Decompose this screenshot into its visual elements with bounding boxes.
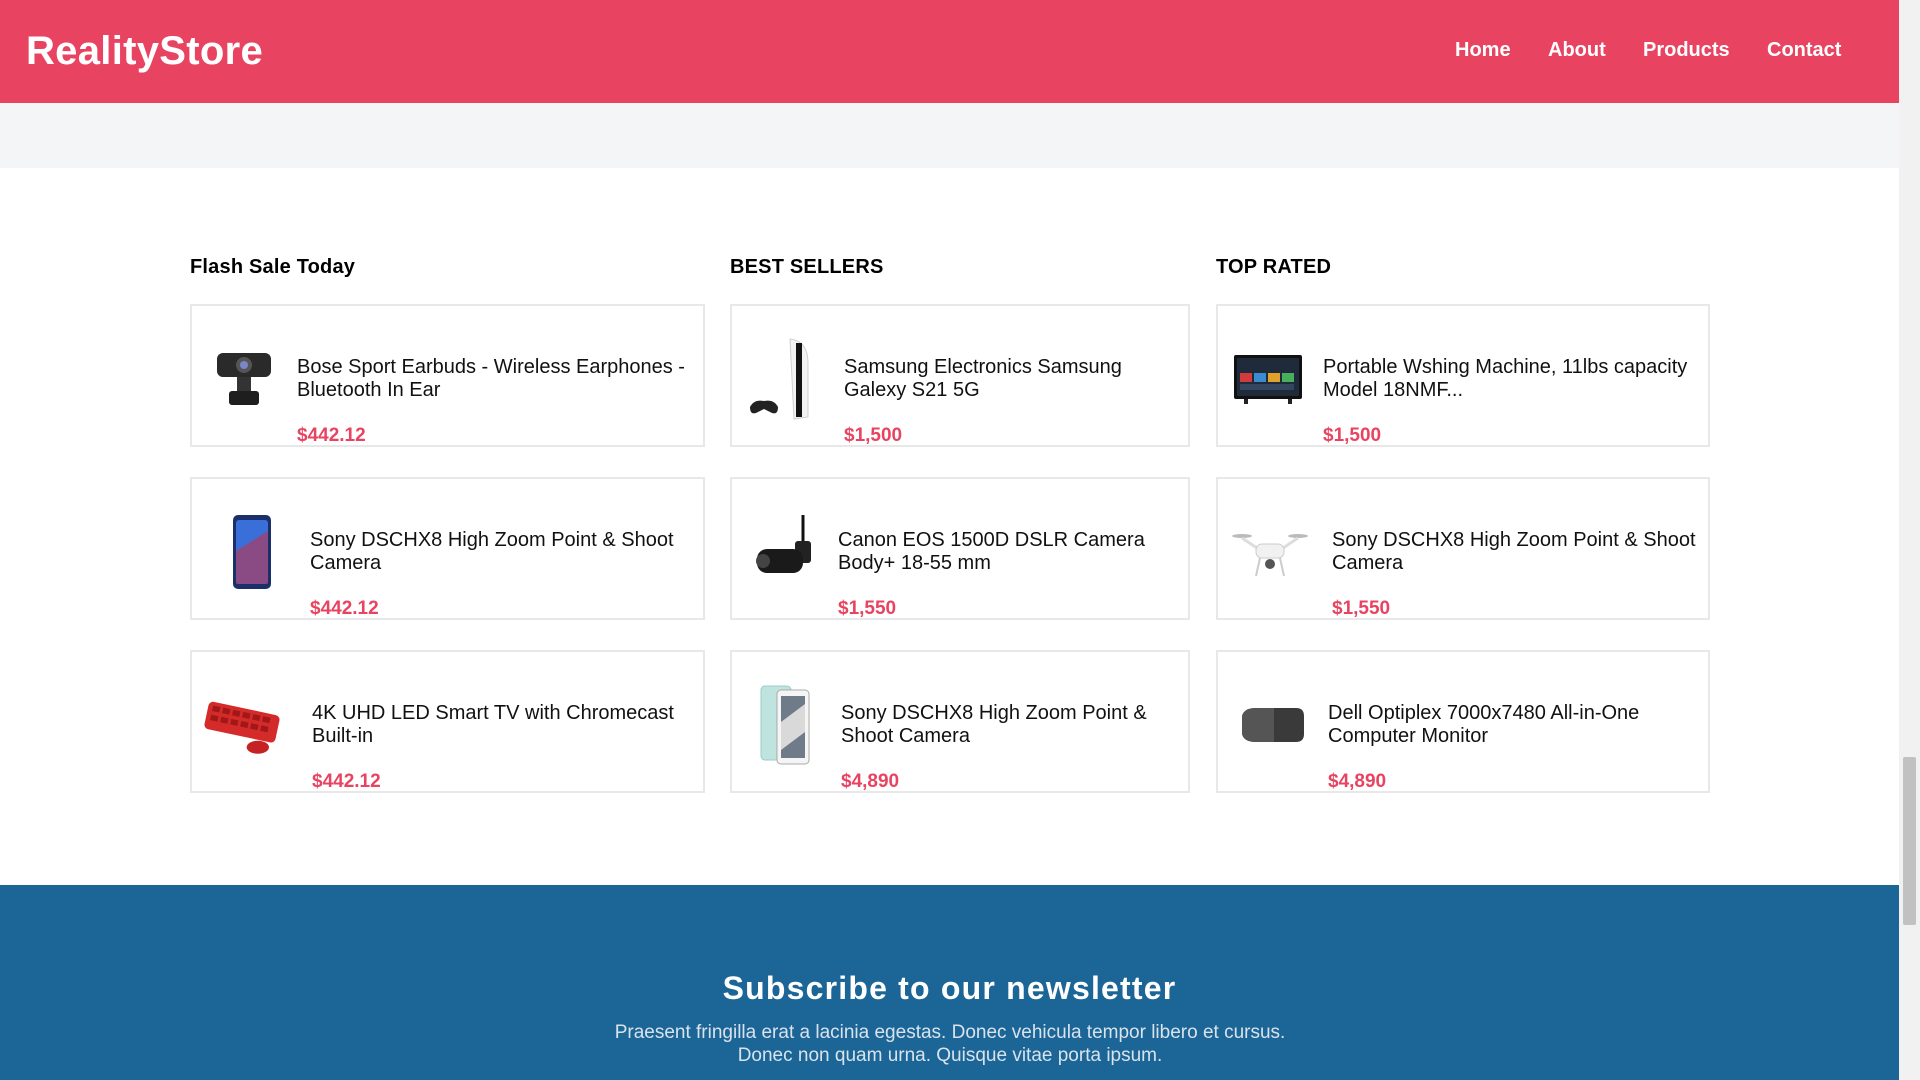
product-name[interactable]: Portable Wshing Machine, 11lbs capacity …: [1323, 356, 1703, 402]
scrollbar-thumb[interactable]: [1903, 757, 1916, 925]
product-card[interactable]: Bose Sport Earbuds - Wireless Earphones …: [190, 304, 705, 447]
television-icon: [1228, 328, 1308, 428]
top-rated-title: TOP RATED: [1216, 256, 1332, 278]
keyboard-mouse-icon: [202, 674, 282, 774]
product-name[interactable]: Bose Sport Earbuds - Wireless Earphones …: [297, 356, 697, 402]
site-logo[interactable]: RealityStore: [26, 29, 263, 74]
product-price: $1,500: [1323, 425, 1382, 446]
product-name[interactable]: Sony DSCHX8 High Zoom Point & Shoot Came…: [1332, 529, 1704, 575]
product-price: $4,890: [841, 771, 900, 792]
product-name[interactable]: Sony DSCHX8 High Zoom Point & Shoot Came…: [310, 529, 695, 575]
newsletter-text: Praesent fringilla erat a lacinia egesta…: [614, 1022, 1286, 1066]
product-card[interactable]: Portable Wshing Machine, 11lbs capacity …: [1216, 304, 1710, 447]
product-name[interactable]: Canon EOS 1500D DSLR Camera Body+ 18-55 …: [838, 529, 1168, 575]
newsletter-title: Subscribe to our newsletter: [722, 970, 1177, 1006]
nav-about[interactable]: About: [1548, 39, 1606, 62]
product-price: $442.12: [310, 598, 379, 619]
product-card[interactable]: Dell Optiplex 7000x7480 All-in-One Compu…: [1216, 650, 1710, 793]
nav-home[interactable]: Home: [1455, 39, 1511, 62]
product-card[interactable]: Sony DSCHX8 High Zoom Point & Shoot Came…: [730, 650, 1190, 793]
flash-sale-title: Flash Sale Today: [190, 256, 356, 278]
product-name[interactable]: 4K UHD LED Smart TV with Chromecast Buil…: [312, 702, 697, 748]
speaker-icon: [1232, 674, 1312, 774]
product-price: $442.12: [297, 425, 366, 446]
page: RealityStore Home About Products Contact…: [0, 0, 1899, 1080]
nav-contact[interactable]: Contact: [1767, 39, 1841, 62]
security-camera-icon: [746, 501, 826, 601]
page-scrollbar[interactable]: [1899, 0, 1920, 1080]
product-name[interactable]: Dell Optiplex 7000x7480 All-in-One Compu…: [1328, 702, 1700, 748]
product-price: $442.12: [312, 771, 381, 792]
game-console-icon: [744, 328, 824, 428]
product-card[interactable]: Sony DSCHX8 High Zoom Point & Shoot Came…: [190, 477, 705, 620]
site-header: RealityStore Home About Products Contact: [0, 0, 1899, 103]
product-price: $4,890: [1328, 771, 1387, 792]
product-price: $1,500: [844, 425, 903, 446]
product-card[interactable]: 4K UHD LED Smart TV with Chromecast Buil…: [190, 650, 705, 793]
webcam-icon: [204, 328, 284, 428]
hero-band: [0, 103, 1899, 168]
best-sellers-title: BEST SELLERS: [730, 256, 884, 278]
product-name[interactable]: Sony DSCHX8 High Zoom Point & Shoot Came…: [841, 702, 1171, 748]
product-price: $1,550: [1332, 598, 1391, 619]
product-card[interactable]: Samsung Electronics Samsung Galexy S21 5…: [730, 304, 1190, 447]
product-card[interactable]: Sony DSCHX8 High Zoom Point & Shoot Came…: [1216, 477, 1710, 620]
product-card[interactable]: Canon EOS 1500D DSLR Camera Body+ 18-55 …: [730, 477, 1190, 620]
smartphone-icon: [746, 674, 826, 774]
nav-products[interactable]: Products: [1643, 39, 1730, 62]
newsletter-section: Subscribe to our newsletter Praesent fri…: [0, 885, 1899, 1080]
product-name[interactable]: Samsung Electronics Samsung Galexy S21 5…: [844, 356, 1174, 402]
drone-icon: [1230, 501, 1310, 601]
product-price: $1,550: [838, 598, 897, 619]
smartphone-icon: [210, 501, 290, 601]
